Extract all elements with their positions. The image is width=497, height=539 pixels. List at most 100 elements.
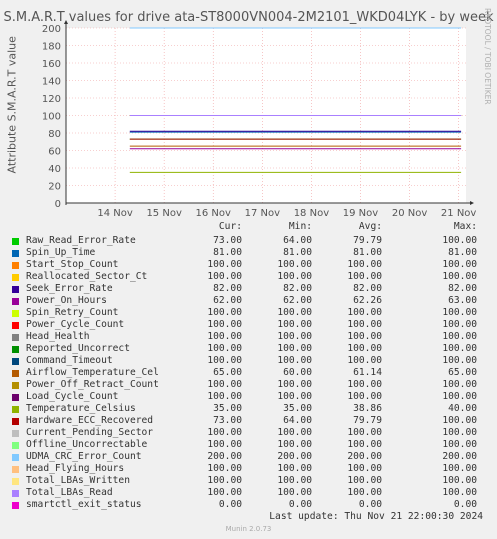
legend-value-avg: 100.00 xyxy=(347,391,382,402)
legend-value-max: 63.00 xyxy=(448,295,477,306)
legend-value-max: 100.00 xyxy=(442,235,477,246)
chart-plot: 0 20 40 60 80 100 120 140 160 180 200 14 Nov 15 Nov 1… xyxy=(42,20,477,219)
legend-swatch xyxy=(12,454,19,461)
legend-value-avg: 79.79 xyxy=(353,235,382,246)
legend-value-min: 100.00 xyxy=(277,343,312,354)
legend-value-cur: 200.00 xyxy=(207,451,242,462)
legend-row: Start_Stop_Count 100.00 100.00 100.00 100.00 xyxy=(12,259,482,271)
legend-value-avg: 100.00 xyxy=(347,307,382,318)
legend-swatch xyxy=(12,274,19,281)
legend-value-cur: 73.00 xyxy=(213,415,242,426)
legend-value-cur: 82.00 xyxy=(213,283,242,294)
legend-value-cur: 0.00 xyxy=(218,499,242,510)
legend-row: Total_LBAs_Written 100.00 100.00 100.00 100.… xyxy=(12,475,482,487)
legend-value-cur: 100.00 xyxy=(207,427,242,438)
legend-swatch xyxy=(12,262,19,269)
legend-value-max: 100.00 xyxy=(442,439,477,450)
x-tick-label: 14 Nov xyxy=(97,208,133,219)
legend-value-avg: 0.00 xyxy=(358,499,382,510)
legend-swatch xyxy=(12,442,19,449)
legend-value-min: 64.00 xyxy=(283,415,312,426)
x-tick-label: 19 Nov xyxy=(343,208,379,219)
legend-value-min: 100.00 xyxy=(277,391,312,402)
legend-value-min: 200.00 xyxy=(277,451,312,462)
legend-value-avg: 81.00 xyxy=(353,247,382,258)
legend-value-max: 0.00 xyxy=(453,499,477,510)
legend-value-max: 100.00 xyxy=(442,271,477,282)
legend-series-name: Seek_Error_Rate xyxy=(26,283,113,294)
legend-value-max: 40.00 xyxy=(448,403,477,414)
y-tick-label: 40 xyxy=(48,164,61,175)
legend-value-avg: 100.00 xyxy=(347,475,382,486)
legend-value-avg: 62.26 xyxy=(353,295,382,306)
legend-value-max: 81.00 xyxy=(448,247,477,258)
legend-value-min: 100.00 xyxy=(277,259,312,270)
legend-value-avg: 82.00 xyxy=(353,283,382,294)
legend-value-avg: 79.79 xyxy=(353,415,382,426)
legend-swatch xyxy=(12,322,19,329)
legend-value-min: 100.00 xyxy=(277,487,312,498)
legend-row: Head_Flying_Hours 100.00 100.00 100.00 100.0… xyxy=(12,463,482,475)
legend-value-max: 100.00 xyxy=(442,319,477,330)
y-axis-arrow xyxy=(64,20,68,24)
legend-row: smartctl_exit_status 0.00 0.00 0.00 0.00 xyxy=(12,499,482,511)
legend-value-cur: 100.00 xyxy=(207,331,242,342)
x-tick-label: 15 Nov xyxy=(146,208,182,219)
legend-swatch xyxy=(12,418,19,425)
legend-value-cur: 35.00 xyxy=(213,403,242,414)
legend-value-cur: 73.00 xyxy=(213,235,242,246)
x-tick-label: 17 Nov xyxy=(245,208,281,219)
legend-swatch xyxy=(12,310,19,317)
legend-row: Reallocated_Sector_Ct 100.00 100.00 100.00 1… xyxy=(12,271,482,283)
legend-value-cur: 100.00 xyxy=(207,259,242,270)
legend-row: Command_Timeout 100.00 100.00 100.00 100.00 xyxy=(12,355,482,367)
legend-swatch xyxy=(12,238,19,245)
legend-series-name: Temperature_Celsius xyxy=(26,403,136,414)
legend-value-cur: 65.00 xyxy=(213,367,242,378)
legend-value-min: 81.00 xyxy=(283,247,312,258)
legend-value-cur: 62.00 xyxy=(213,295,242,306)
legend-value-avg: 61.14 xyxy=(353,367,382,378)
legend-value-cur: 100.00 xyxy=(207,463,242,474)
legend-swatch xyxy=(12,370,19,377)
legend-value-cur: 100.00 xyxy=(207,487,242,498)
legend-row: Reported_Uncorrect 100.00 100.00 100.00 100.… xyxy=(12,343,482,355)
legend-row: Spin_Retry_Count 100.00 100.00 100.00 100.00 xyxy=(12,307,482,319)
legend-value-min: 0.00 xyxy=(288,499,312,510)
x-axis-arrow xyxy=(470,201,474,205)
legend-row: Power_Cycle_Count 100.00 100.00 100.00 100.0… xyxy=(12,319,482,331)
x-tick-label: 16 Nov xyxy=(196,208,232,219)
legend-swatch xyxy=(12,406,19,413)
legend-value-min: 60.00 xyxy=(283,367,312,378)
legend-value-max: 100.00 xyxy=(442,379,477,390)
legend-row: Temperature_Celsius 35.00 35.00 38.86 40.00 xyxy=(12,403,482,415)
legend-value-cur: 100.00 xyxy=(207,475,242,486)
legend-row: Head_Health 100.00 100.00 100.00 100.00 xyxy=(12,331,482,343)
legend-row: Power_On_Hours 62.00 62.00 62.26 63.00 xyxy=(12,295,482,307)
legend-column-header: Min: xyxy=(288,221,312,232)
legend-value-min: 100.00 xyxy=(277,319,312,330)
legend-value-min: 35.00 xyxy=(283,403,312,414)
legend-value-max: 82.00 xyxy=(448,283,477,294)
legend-swatch xyxy=(12,286,19,293)
legend-header: Cur: Min: Avg: Max: xyxy=(12,221,482,233)
legend-swatch xyxy=(12,478,19,485)
legend-series-name: Power_On_Hours xyxy=(26,295,107,306)
x-tick-label: 18 Nov xyxy=(294,208,330,219)
y-tick-label: 100 xyxy=(42,112,61,123)
legend-swatch xyxy=(12,502,19,509)
legend-value-avg: 100.00 xyxy=(347,319,382,330)
legend-row: Total_LBAs_Read 100.00 100.00 100.00 100.00 xyxy=(12,487,482,499)
legend-series-name: Head_Flying_Hours xyxy=(26,463,125,474)
last-update: Last update: Thu Nov 21 22:00:30 2024 xyxy=(269,511,483,522)
y-tick-label: 180 xyxy=(42,42,61,53)
legend-value-cur: 100.00 xyxy=(207,271,242,282)
legend-series-name: Command_Timeout xyxy=(26,355,113,366)
legend-value-max: 100.00 xyxy=(442,355,477,366)
legend-value-avg: 100.00 xyxy=(347,331,382,342)
legend-value-max: 100.00 xyxy=(442,427,477,438)
legend-value-max: 100.00 xyxy=(442,307,477,318)
legend-swatch xyxy=(12,298,19,305)
x-tick-label: 21 Nov xyxy=(441,208,477,219)
legend-value-min: 100.00 xyxy=(277,475,312,486)
